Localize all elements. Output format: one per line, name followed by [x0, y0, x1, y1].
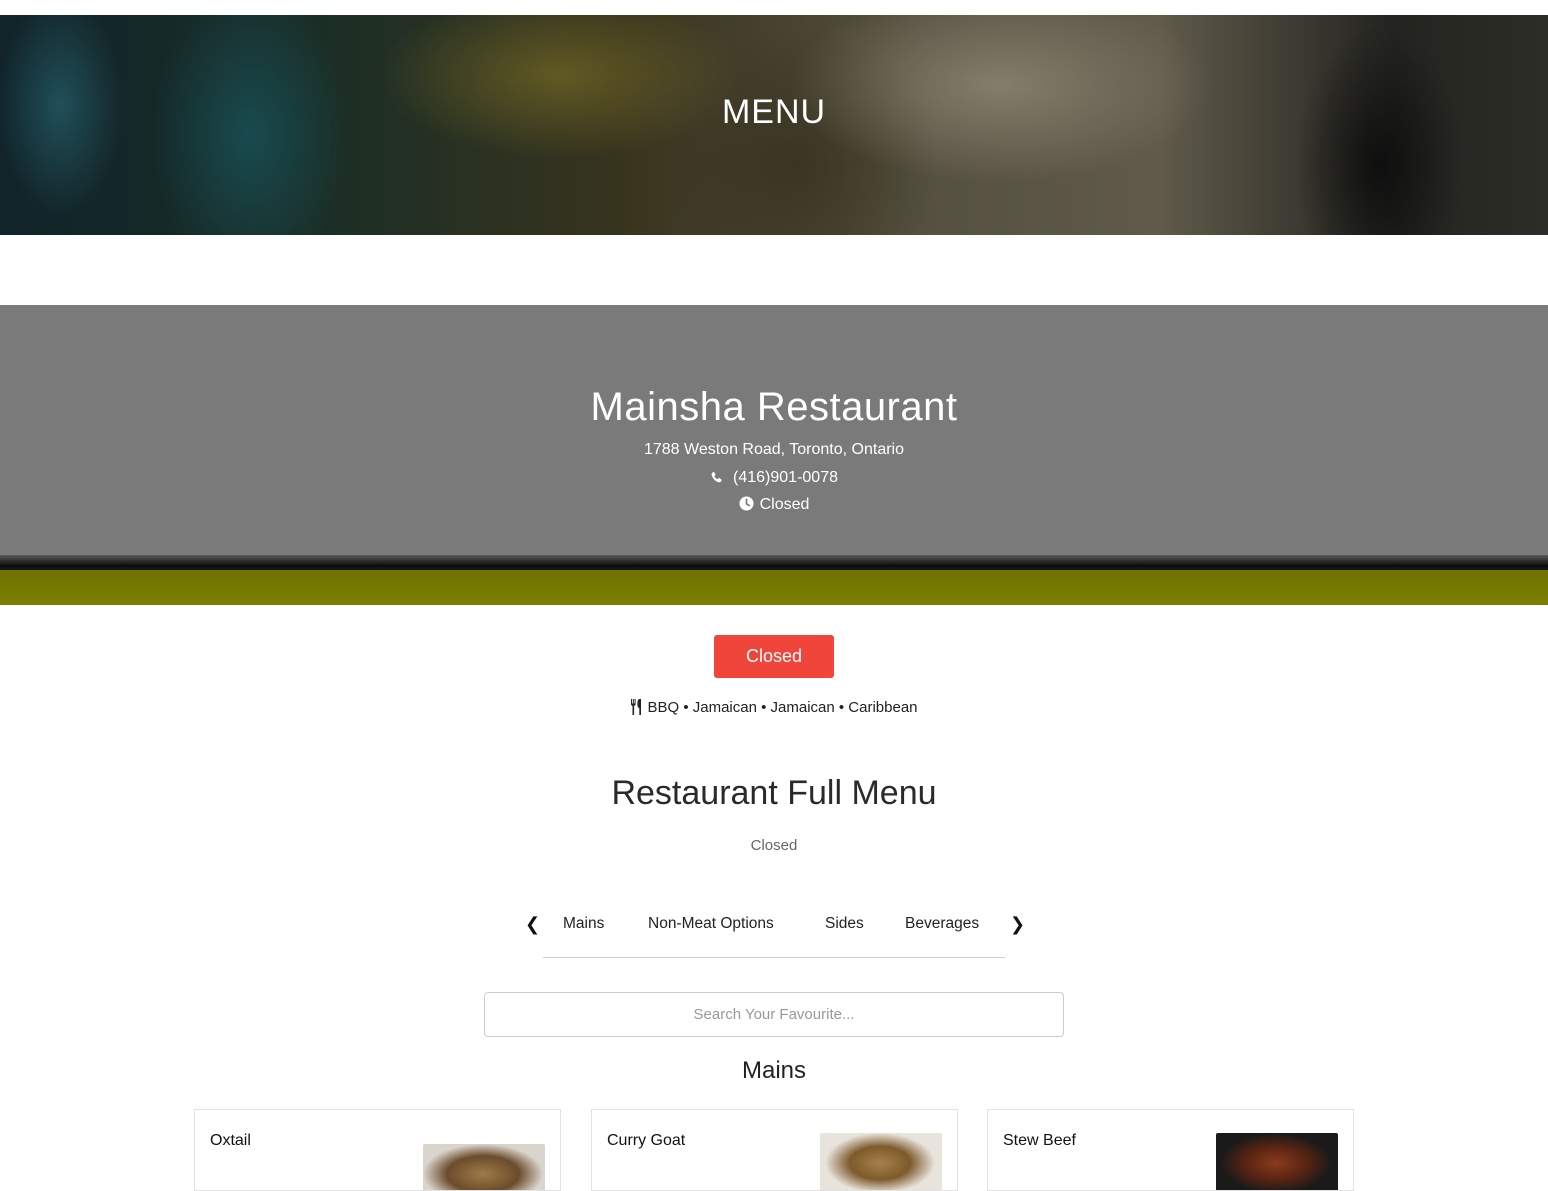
page-title: MENU [721, 93, 827, 131]
restaurant-name: Mainsha Restaurant [590, 385, 958, 429]
prev-arrow-icon[interactable]: ❮ [525, 914, 540, 935]
menu-item-name: Curry Goat [607, 1132, 686, 1149]
closed-status-button[interactable]: Closed [714, 635, 834, 678]
restaurant-info-banner: Mainsha Restaurant 1788 Weston Road, Tor… [0, 305, 1548, 605]
cuisine-tags: BBQ • Jamaican • Jamaican • Caribbean [0, 699, 1548, 719]
menu-item-name: Stew Beef [1003, 1132, 1076, 1149]
tab-mains[interactable]: Mains [563, 915, 604, 933]
tab-sides[interactable]: Sides [825, 915, 864, 933]
utensils-icon [630, 699, 644, 719]
menu-item-card[interactable]: Stew Beef [987, 1109, 1354, 1191]
hero-banner: MENU [0, 15, 1548, 235]
search-input[interactable] [484, 992, 1064, 1037]
banner-bottom-band [0, 570, 1548, 605]
tabs-divider [543, 957, 1005, 958]
menu-item-image [423, 1144, 545, 1190]
cuisine-text: BBQ • Jamaican • Jamaican • Caribbean [647, 699, 918, 716]
menu-item-card[interactable]: Oxtail [194, 1109, 561, 1191]
tab-non-meat-options[interactable]: Non-Meat Options [648, 915, 774, 933]
restaurant-phone[interactable]: (416)901-0078 [0, 469, 1548, 489]
section-title: Mains [741, 1057, 807, 1084]
top-bar [0, 0, 1548, 15]
category-tabs: ❮ Mains Non-Meat Options Sides Beverages… [520, 906, 1028, 958]
phone-number: (416)901-0078 [733, 469, 838, 486]
phone-icon [710, 471, 723, 489]
tab-beverages[interactable]: Beverages [905, 915, 979, 933]
menu-item-image [820, 1133, 942, 1190]
menu-heading: Restaurant Full Menu [611, 774, 937, 812]
menu-item-name: Oxtail [210, 1132, 251, 1149]
next-arrow-icon[interactable]: ❯ [1010, 914, 1025, 935]
hours-status: Closed [759, 496, 810, 513]
menu-status: Closed [750, 837, 798, 854]
menu-item-card[interactable]: Curry Goat [591, 1109, 958, 1191]
menu-item-image [1216, 1133, 1338, 1190]
restaurant-hours: Closed [0, 496, 1548, 516]
clock-icon [739, 496, 754, 516]
restaurant-address: 1788 Weston Road, Toronto, Ontario [643, 441, 904, 458]
